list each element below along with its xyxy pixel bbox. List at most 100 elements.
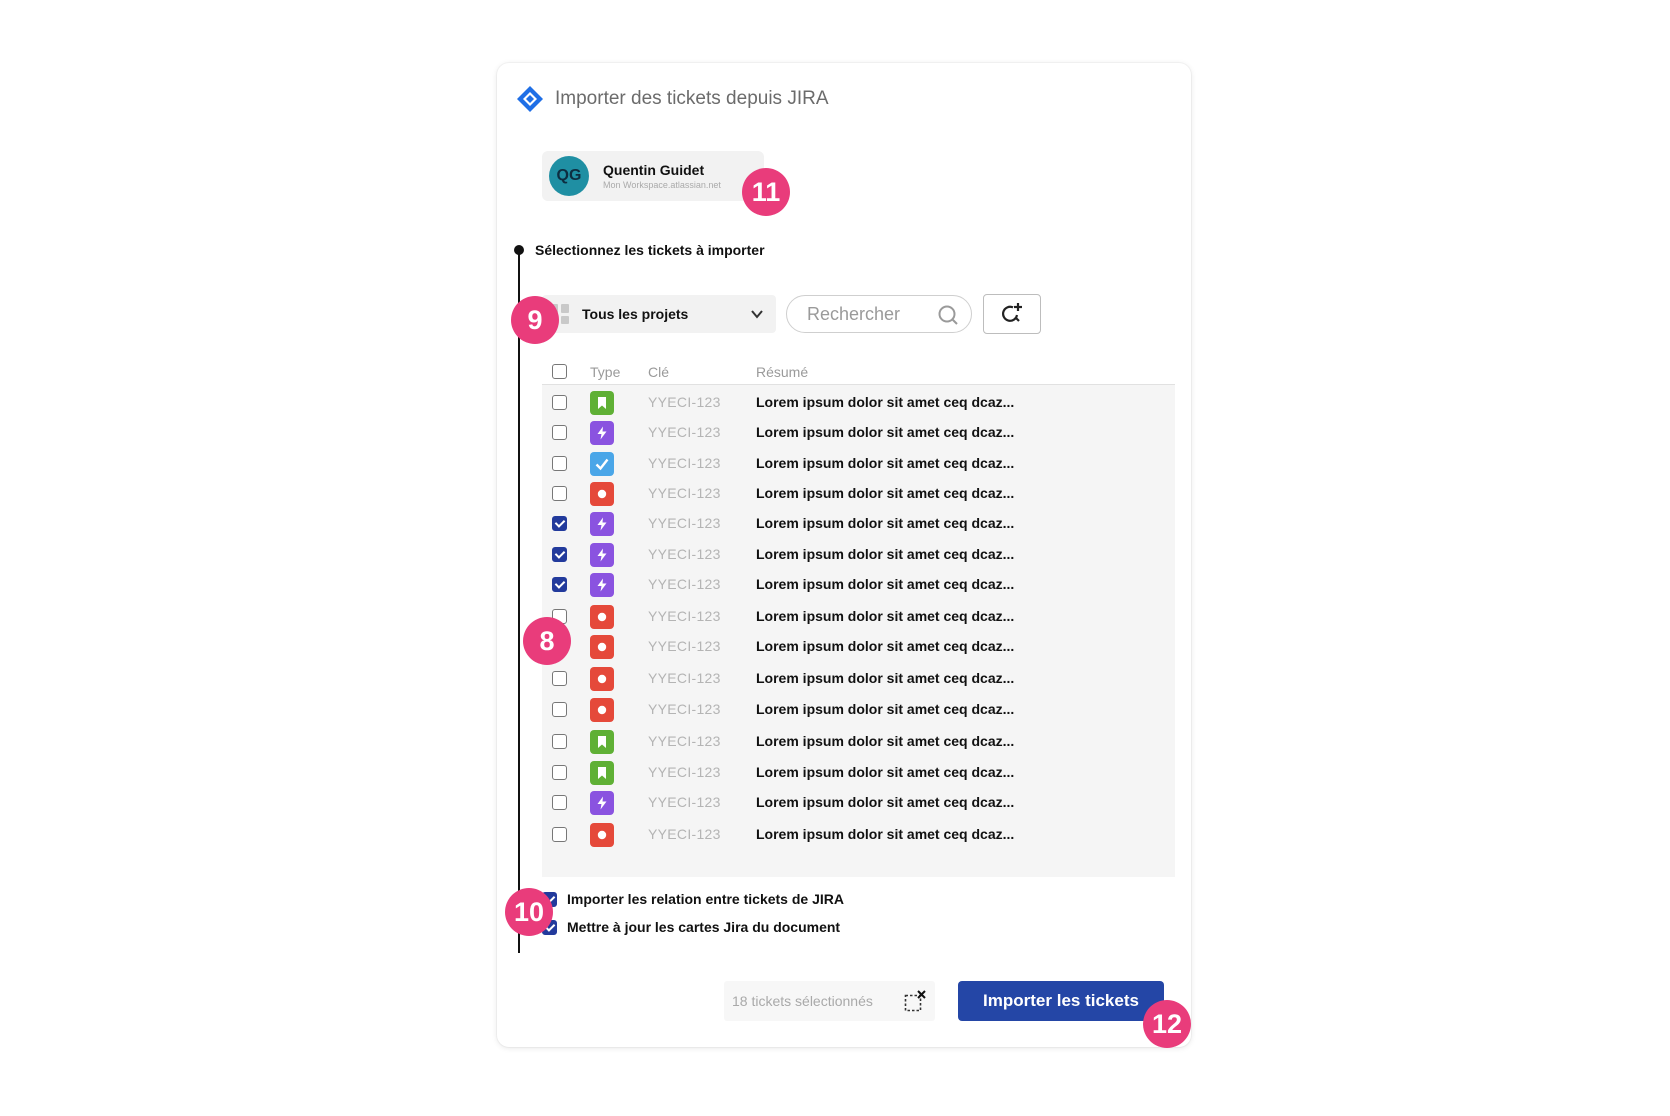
epic-type-icon bbox=[590, 543, 614, 567]
step-label: Sélectionnez les tickets à importer bbox=[535, 242, 765, 258]
row-checkbox[interactable] bbox=[552, 425, 567, 440]
row-checkbox[interactable] bbox=[552, 827, 567, 842]
column-header-key: Clé bbox=[648, 364, 670, 380]
ticket-summary: Lorem ipsum dolor sit amet ceq dcaz... bbox=[756, 670, 1015, 686]
selected-count: 18 tickets sélectionnés bbox=[732, 993, 873, 1009]
callout-badge-12: 12 bbox=[1143, 1000, 1191, 1048]
search-box bbox=[786, 295, 972, 333]
epic-type-icon bbox=[590, 512, 614, 536]
import-relations-label: Importer les relation entre tickets de J… bbox=[567, 891, 844, 907]
ticket-key: YYECI-123 bbox=[648, 670, 721, 686]
bug-type-icon bbox=[590, 605, 614, 629]
ticket-key: YYECI-123 bbox=[648, 485, 721, 501]
tickets-table-body: YYECI-123 Lorem ipsum dolor sit amet ceq… bbox=[542, 385, 1175, 877]
ticket-key: YYECI-123 bbox=[648, 701, 721, 717]
account-workspace: Mon Workspace.atlassian.net bbox=[603, 180, 721, 190]
callout-badge-11: 11 bbox=[742, 168, 790, 216]
table-row[interactable]: YYECI-123 Lorem ipsum dolor sit amet ceq… bbox=[542, 819, 1175, 850]
ticket-key: YYECI-123 bbox=[648, 515, 721, 531]
ticket-key: YYECI-123 bbox=[648, 638, 721, 654]
clear-selection-icon[interactable] bbox=[903, 989, 927, 1013]
search-plus-icon bbox=[1002, 303, 1022, 322]
table-row[interactable]: YYECI-123 Lorem ipsum dolor sit amet ceq… bbox=[542, 694, 1175, 725]
ticket-summary: Lorem ipsum dolor sit amet ceq dcaz... bbox=[756, 733, 1015, 749]
row-checkbox[interactable] bbox=[552, 734, 567, 749]
callout-badge-8: 8 bbox=[523, 617, 571, 665]
epic-type-icon bbox=[590, 421, 614, 445]
table-row[interactable]: YYECI-123 Lorem ipsum dolor sit amet ceq… bbox=[542, 478, 1175, 509]
row-checkbox[interactable] bbox=[552, 456, 567, 471]
table-row[interactable]: YYECI-123 Lorem ipsum dolor sit amet ceq… bbox=[542, 539, 1175, 570]
select-all-checkbox[interactable] bbox=[552, 364, 567, 379]
bug-type-icon bbox=[590, 823, 614, 847]
row-checkbox[interactable] bbox=[552, 795, 567, 810]
bug-type-icon bbox=[590, 698, 614, 722]
project-dropdown[interactable]: Tous les projets bbox=[542, 295, 776, 333]
task-type-icon bbox=[590, 452, 614, 476]
bug-type-icon bbox=[590, 635, 614, 659]
table-row[interactable]: YYECI-123 Lorem ipsum dolor sit amet ceq… bbox=[542, 417, 1175, 448]
row-checkbox[interactable] bbox=[552, 765, 567, 780]
ticket-summary: Lorem ipsum dolor sit amet ceq dcaz... bbox=[756, 794, 1015, 810]
row-checkbox[interactable] bbox=[552, 486, 567, 501]
ticket-key: YYECI-123 bbox=[648, 576, 721, 592]
ticket-summary: Lorem ipsum dolor sit amet ceq dcaz... bbox=[756, 826, 1015, 842]
search-input[interactable] bbox=[805, 302, 939, 326]
table-row[interactable]: YYECI-123 Lorem ipsum dolor sit amet ceq… bbox=[542, 569, 1175, 600]
import-dialog: Importer des tickets depuis JIRA QG Quen… bbox=[497, 63, 1191, 1047]
callout-badge-10: 10 bbox=[505, 888, 553, 936]
dialog-header: Importer des tickets depuis JIRA bbox=[515, 81, 829, 117]
column-header-type: Type bbox=[590, 364, 621, 380]
dialog-title: Importer des tickets depuis JIRA bbox=[555, 88, 829, 109]
tickets-table-header: Type Clé Résumé bbox=[542, 358, 1175, 385]
ticket-summary: Lorem ipsum dolor sit amet ceq dcaz... bbox=[756, 576, 1015, 592]
ticket-summary: Lorem ipsum dolor sit amet ceq dcaz... bbox=[756, 701, 1015, 717]
table-row[interactable]: YYECI-123 Lorem ipsum dolor sit amet ceq… bbox=[542, 631, 1175, 662]
ticket-summary: Lorem ipsum dolor sit amet ceq dcaz... bbox=[756, 608, 1015, 624]
account-chip[interactable]: QG Quentin Guidet Mon Workspace.atlassia… bbox=[542, 151, 764, 201]
table-row[interactable]: YYECI-123 Lorem ipsum dolor sit amet ceq… bbox=[542, 448, 1175, 479]
update-cards-label: Mettre à jour les cartes Jira du documen… bbox=[567, 919, 841, 935]
selection-counter: 18 tickets sélectionnés bbox=[724, 981, 935, 1021]
ticket-summary: Lorem ipsum dolor sit amet ceq dcaz... bbox=[756, 764, 1015, 780]
ticket-key: YYECI-123 bbox=[648, 794, 721, 810]
table-row[interactable]: YYECI-123 Lorem ipsum dolor sit amet ceq… bbox=[542, 601, 1175, 632]
ticket-key: YYECI-123 bbox=[648, 455, 721, 471]
ticket-summary: Lorem ipsum dolor sit amet ceq dcaz... bbox=[756, 394, 1015, 410]
ticket-key: YYECI-123 bbox=[648, 608, 721, 624]
filter-toolbar: Tous les projets bbox=[542, 294, 1041, 334]
row-checkbox[interactable] bbox=[552, 577, 567, 592]
row-checkbox[interactable] bbox=[552, 395, 567, 410]
table-row[interactable]: YYECI-123 Lorem ipsum dolor sit amet ceq… bbox=[542, 757, 1175, 788]
row-checkbox[interactable] bbox=[552, 516, 567, 531]
ticket-summary: Lorem ipsum dolor sit amet ceq dcaz... bbox=[756, 485, 1015, 501]
column-header-summary: Résumé bbox=[756, 364, 809, 380]
advanced-search-button[interactable] bbox=[983, 294, 1041, 334]
table-row[interactable]: YYECI-123 Lorem ipsum dolor sit amet ceq… bbox=[542, 787, 1175, 818]
table-row[interactable]: YYECI-123 Lorem ipsum dolor sit amet ceq… bbox=[542, 726, 1175, 757]
chevron-down-icon bbox=[751, 310, 763, 319]
option-update-cards[interactable]: Mettre à jour les cartes Jira du documen… bbox=[542, 916, 840, 938]
ticket-summary: Lorem ipsum dolor sit amet ceq dcaz... bbox=[756, 546, 1015, 562]
option-import-relations[interactable]: Importer les relation entre tickets de J… bbox=[542, 888, 844, 910]
epic-type-icon bbox=[590, 573, 614, 597]
ticket-key: YYECI-123 bbox=[648, 394, 721, 410]
step-line bbox=[518, 251, 520, 953]
ticket-key: YYECI-123 bbox=[648, 764, 721, 780]
search-icon[interactable] bbox=[937, 304, 959, 326]
table-row[interactable]: YYECI-123 Lorem ipsum dolor sit amet ceq… bbox=[542, 663, 1175, 694]
table-row[interactable]: YYECI-123 Lorem ipsum dolor sit amet ceq… bbox=[542, 387, 1175, 418]
bug-type-icon bbox=[590, 667, 614, 691]
import-tickets-button[interactable]: Importer les tickets bbox=[958, 981, 1164, 1021]
table-row[interactable]: YYECI-123 Lorem ipsum dolor sit amet ceq… bbox=[542, 508, 1175, 539]
row-checkbox[interactable] bbox=[552, 547, 567, 562]
ticket-summary: Lorem ipsum dolor sit amet ceq dcaz... bbox=[756, 515, 1015, 531]
row-checkbox[interactable] bbox=[552, 671, 567, 686]
ticket-key: YYECI-123 bbox=[648, 546, 721, 562]
row-checkbox[interactable] bbox=[552, 702, 567, 717]
bug-type-icon bbox=[590, 482, 614, 506]
story-type-icon bbox=[590, 391, 614, 415]
ticket-summary: Lorem ipsum dolor sit amet ceq dcaz... bbox=[756, 455, 1015, 471]
jira-logo-icon bbox=[517, 86, 543, 112]
epic-type-icon bbox=[590, 791, 614, 815]
